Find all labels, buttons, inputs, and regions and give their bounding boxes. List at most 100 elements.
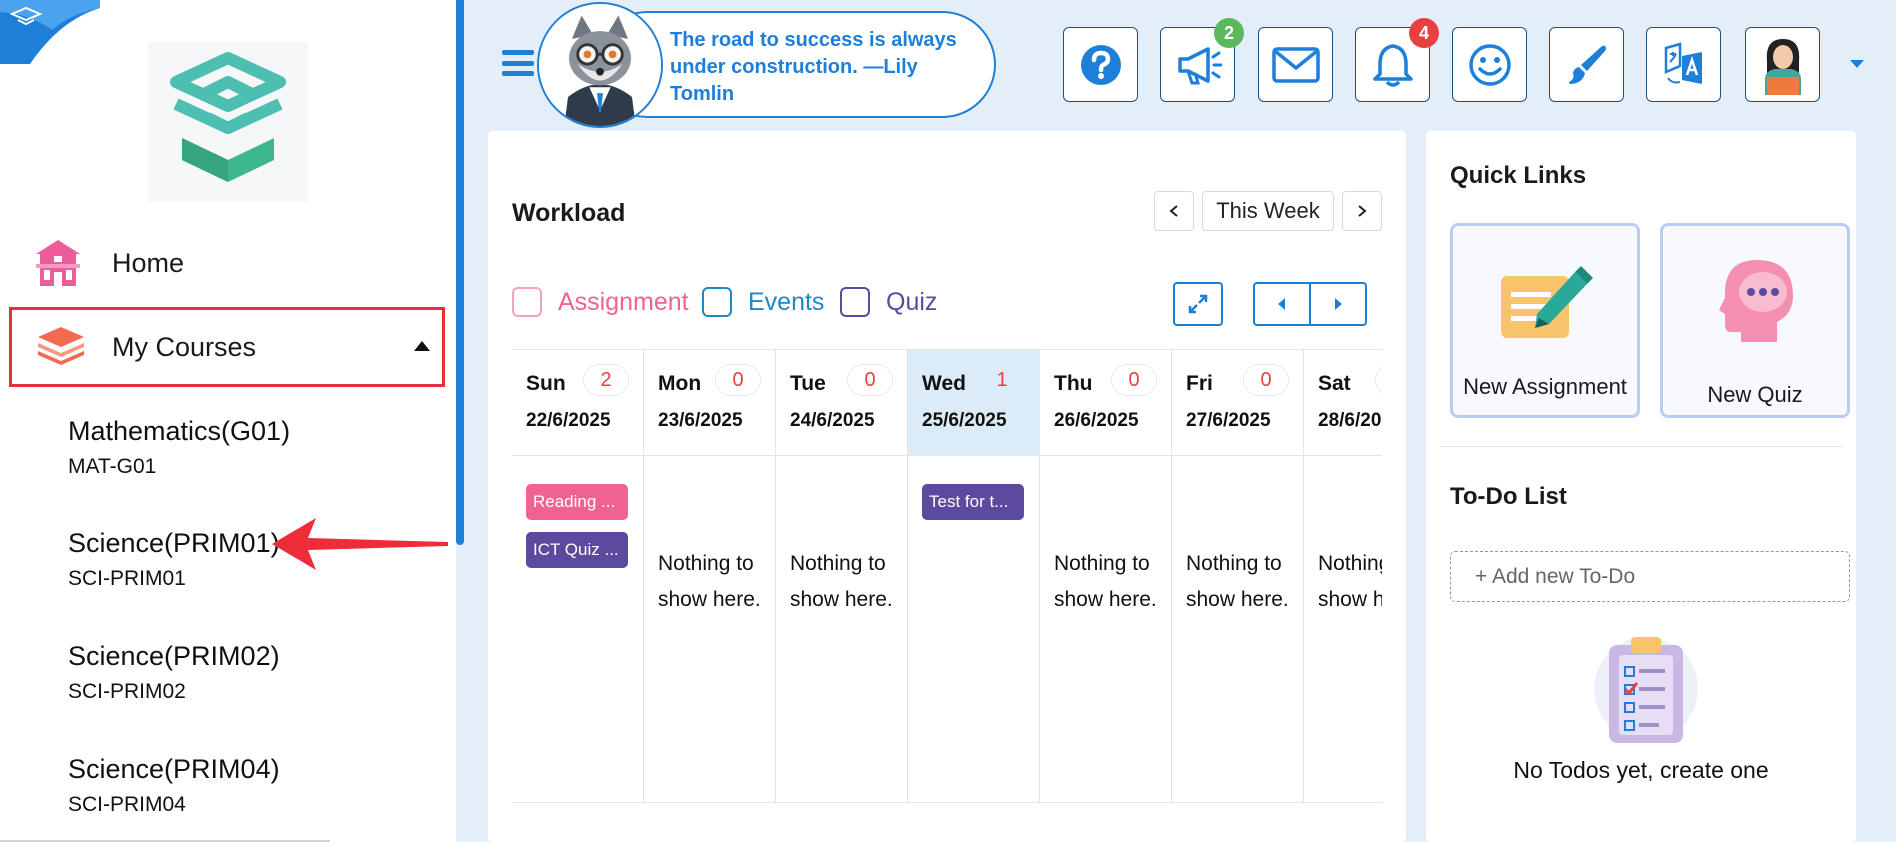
next-week-button[interactable] <box>1342 191 1382 231</box>
nav-home-label: Home <box>112 247 185 278</box>
profile-button[interactable] <box>1745 27 1820 102</box>
panel-divider <box>1440 446 1842 447</box>
course-item[interactable]: Science(PRIM01) SCI-PRIM01 <box>68 528 280 591</box>
todo-input[interactable] <box>1450 551 1850 602</box>
assignment-pen-icon <box>1501 266 1593 338</box>
scroll-left-button[interactable] <box>1255 284 1311 324</box>
notifications-button[interactable]: 4 <box>1355 18 1439 102</box>
day-header: Thu 0 26/6/2025 <box>1040 350 1172 456</box>
checkbox[interactable] <box>702 287 732 317</box>
day-count-badge: 2 <box>584 365 628 395</box>
course-name: Science(PRIM01) <box>68 528 280 558</box>
expand-icon <box>1188 294 1208 314</box>
school-building-icon <box>36 240 80 286</box>
current-week-button[interactable]: This Week <box>1202 191 1334 231</box>
course-item[interactable]: Science(PRIM02) SCI-PRIM02 <box>68 641 280 704</box>
course-name: Science(PRIM04) <box>68 754 280 784</box>
day-count-badge: 0 <box>848 365 892 395</box>
day-date: 23/6/2025 <box>658 410 743 431</box>
theme-button[interactable] <box>1549 27 1624 102</box>
empty-day-message: Nothing to show here. <box>1054 552 1157 611</box>
school-logo <box>148 42 308 202</box>
previous-week-button[interactable] <box>1154 191 1194 231</box>
event-chip[interactable]: Test for t... <box>922 484 1024 520</box>
todo-empty-message: No Todos yet, create one <box>1513 757 1769 783</box>
announcements-button[interactable]: 2 <box>1160 18 1244 102</box>
day-count-badge: 0 <box>716 365 760 395</box>
caret-right-icon <box>1335 298 1342 310</box>
day-name: Tue <box>790 372 826 395</box>
fox-mascot-icon <box>539 4 661 126</box>
help-button[interactable] <box>1063 27 1138 102</box>
course-item[interactable]: Science(PRIM04) SCI-PRIM04 <box>68 754 280 817</box>
day-name: Mon <box>658 372 702 395</box>
legend-assignment[interactable]: Assignment <box>512 287 689 317</box>
checkbox[interactable] <box>840 287 870 317</box>
right-panel: Quick Links New Assignment New Quiz To-D… <box>1426 131 1856 842</box>
caret-left-icon <box>1278 298 1285 310</box>
course-item[interactable]: Mathematics(G01) MAT-G01 <box>68 416 290 479</box>
day-count-badge: 0 <box>1112 365 1156 395</box>
user-avatar-icon <box>1764 38 1801 95</box>
smiley-icon <box>1468 43 1511 86</box>
empty-day-message: Nothing to show here. <box>1318 552 1382 611</box>
day-column: Wed 1 25/6/2025 Test for t... <box>908 350 1040 803</box>
language-button[interactable] <box>1646 27 1721 102</box>
empty-day-message: Nothing to show here. <box>1186 552 1289 611</box>
day-name: Wed <box>922 372 966 395</box>
course-code: SCI-PRIM01 <box>68 567 186 590</box>
day-column: Sat 0 28/6/2025 Nothing to show here. <box>1304 350 1382 803</box>
day-name: Fri <box>1186 372 1213 395</box>
nav-my-courses[interactable]: My Courses <box>9 307 445 387</box>
day-count-badge: 0 <box>1376 365 1382 395</box>
legend-label: Quiz <box>886 287 938 316</box>
nav-my-courses-label: My Courses <box>112 331 257 362</box>
legend-events[interactable]: Events <box>702 287 824 317</box>
new-quiz-tile[interactable]: New Quiz <box>1660 223 1850 418</box>
day-date: 22/6/2025 <box>526 410 611 431</box>
day-count-badge: 0 <box>1244 365 1288 395</box>
event-chip[interactable]: Reading ... <box>526 484 628 520</box>
nav-home[interactable]: Home <box>34 238 184 288</box>
checkbox[interactable] <box>512 287 542 317</box>
annotation-arrow-icon <box>272 518 448 570</box>
day-header: Sat 0 28/6/2025 <box>1304 350 1382 456</box>
day-column: Fri 0 27/6/2025 Nothing to show here. <box>1172 350 1304 803</box>
clipboard-checklist-icon <box>1594 637 1698 743</box>
workload-title: Workload <box>512 199 626 227</box>
legend-label: Events <box>748 287 825 316</box>
translate-icon <box>1664 41 1702 84</box>
day-header: Fri 0 27/6/2025 <box>1172 350 1304 456</box>
chevron-left-icon <box>1169 205 1178 217</box>
day-header: Sun 2 22/6/2025 <box>512 350 644 456</box>
calendar-scroll-controls <box>1253 282 1367 326</box>
user-menu-dropdown-icon[interactable] <box>1850 60 1864 68</box>
legend-label: Assignment <box>558 287 689 316</box>
sidebar: Home My Courses Mathematics(G01) MAT-G01… <box>0 0 456 842</box>
expand-button[interactable] <box>1173 282 1223 326</box>
event-chip[interactable]: ICT Quiz ... <box>526 532 628 568</box>
new-assignment-tile[interactable]: New Assignment <box>1450 223 1640 418</box>
day-date: 28/6/2025 <box>1318 410 1382 431</box>
announcement-icon <box>1177 46 1222 84</box>
mail-button[interactable] <box>1258 27 1333 102</box>
day-date: 26/6/2025 <box>1054 410 1139 431</box>
legend-quiz[interactable]: Quiz <box>840 287 937 317</box>
course-code: MAT-G01 <box>68 455 157 478</box>
day-column: Mon 0 23/6/2025 Nothing to show here. <box>644 350 776 803</box>
day-column: Tue 0 24/6/2025 Nothing to show here. <box>776 350 908 803</box>
calendar-grid: Sun 2 22/6/2025 Reading ... ICT Quiz ... Mon 0… <box>512 349 1382 803</box>
sidebar-scrollbar[interactable] <box>456 0 464 545</box>
week-calendar: Sun 2 22/6/2025 Reading ... ICT Quiz ... Mon 0… <box>512 349 1382 803</box>
quote-text: The road to success is always under cons… <box>670 29 957 105</box>
caret-up-icon[interactable] <box>414 341 430 351</box>
course-code: SCI-PRIM04 <box>68 793 186 816</box>
feedback-button[interactable] <box>1452 27 1527 102</box>
hamburger-menu-icon[interactable] <box>502 50 534 76</box>
mail-icon <box>1271 46 1320 83</box>
chevron-right-icon <box>1358 205 1367 217</box>
stacked-books-icon <box>38 327 84 365</box>
quiz-head-icon <box>1719 260 1793 342</box>
announcements-badge: 2 <box>1214 18 1244 48</box>
scroll-right-button[interactable] <box>1311 284 1365 324</box>
